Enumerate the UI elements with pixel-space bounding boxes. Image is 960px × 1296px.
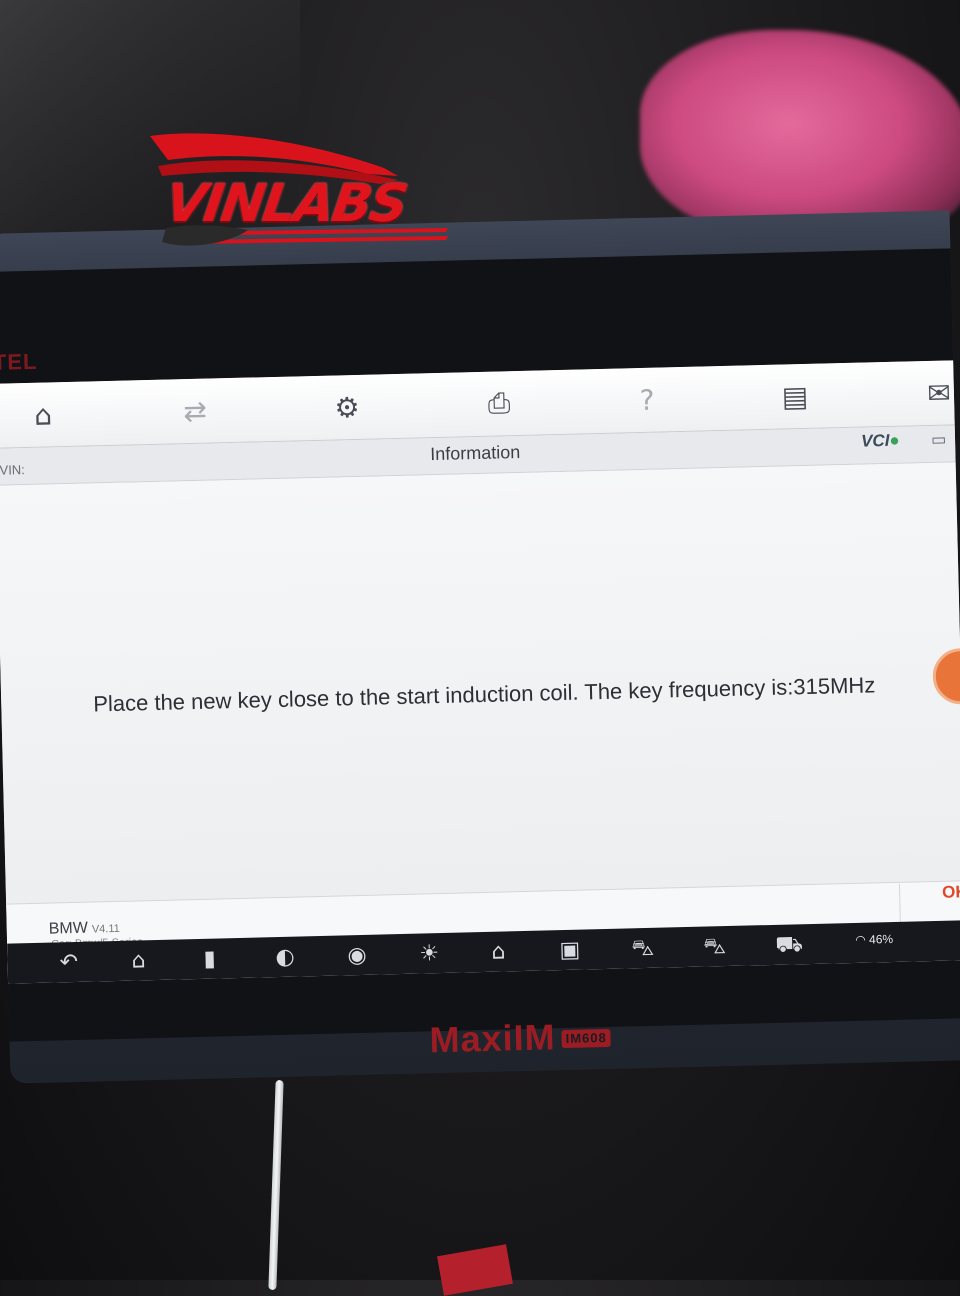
battery-percent: 46%	[868, 931, 894, 947]
software-version: V4.11	[91, 922, 120, 936]
back-icon[interactable]: ↶	[59, 950, 78, 975]
help-icon[interactable]: ?	[628, 381, 667, 418]
vehicle-user-icon[interactable]: ⛟	[775, 932, 803, 961]
home-icon[interactable]: ⌂	[24, 396, 63, 433]
camera-icon[interactable]: ◉	[347, 943, 367, 968]
vinlabs-logo: VINLABS	[148, 132, 452, 262]
logo-text: VINLABS	[161, 174, 410, 234]
recent-apps-icon[interactable]: ▮	[203, 947, 216, 972]
android-home-icon[interactable]: ⌂	[131, 948, 146, 973]
usb-cable	[268, 1079, 284, 1291]
floating-side-button[interactable]	[932, 647, 960, 705]
vehicle-make: BMW V4.11	[49, 919, 120, 939]
vehicle-swap-icon[interactable]: ⇄	[176, 392, 215, 429]
tablet-screen: ⌂ ⇄ ⚙ ⎙ ? ▤ ✉ VIN: Information VCI● ▭ Pl…	[0, 360, 960, 984]
dialog-message: Place the new key close to the start ind…	[92, 672, 876, 717]
save-icon[interactable]: ▤	[776, 378, 815, 415]
brand-autel: TEL	[0, 348, 38, 375]
tablet-bezel: TEL ⌂ ⇄ ⚙ ⎙ ? ▤ ✉ VIN: Information VCI● …	[0, 248, 960, 1060]
shortcut-home-icon[interactable]: ⌂	[491, 939, 506, 964]
vehicle-icon[interactable]: ⛍	[703, 934, 726, 963]
pink-fabric	[640, 30, 960, 240]
vci-connected-icon: ●	[889, 430, 900, 450]
vci-shortcut-icon[interactable]: ▣	[559, 938, 580, 964]
vci-status: VCI●	[861, 431, 900, 452]
tablet-device: TEL ⌂ ⇄ ⚙ ⎙ ? ▤ ✉ VIN: Information VCI● …	[0, 210, 960, 1084]
vci-label: VCI	[860, 430, 890, 451]
settings-gear-icon[interactable]: ⚙	[328, 389, 367, 426]
display-brightness-icon[interactable]: ☀	[419, 941, 439, 966]
print-icon[interactable]: ⎙	[480, 385, 519, 422]
red-object	[437, 1244, 513, 1296]
make-label: BMW	[48, 919, 89, 938]
product-name: MaxiIM	[429, 1016, 557, 1061]
status-indicators: ◠ 46%	[855, 932, 893, 947]
vehicle-check-icon[interactable]: ⛍	[631, 936, 654, 965]
brand-maxiim: MaxiIM IM608	[429, 1015, 611, 1061]
battery-icon: ▭	[930, 431, 947, 449]
dialog-content: Place the new key close to the start ind…	[0, 462, 960, 906]
ok-button[interactable]: OK	[942, 882, 960, 903]
wifi-icon: ◠	[855, 932, 870, 947]
browser-icon[interactable]: ◐	[275, 945, 295, 970]
messages-icon[interactable]: ✉	[919, 374, 958, 411]
model-badge: IM608	[561, 1029, 611, 1049]
